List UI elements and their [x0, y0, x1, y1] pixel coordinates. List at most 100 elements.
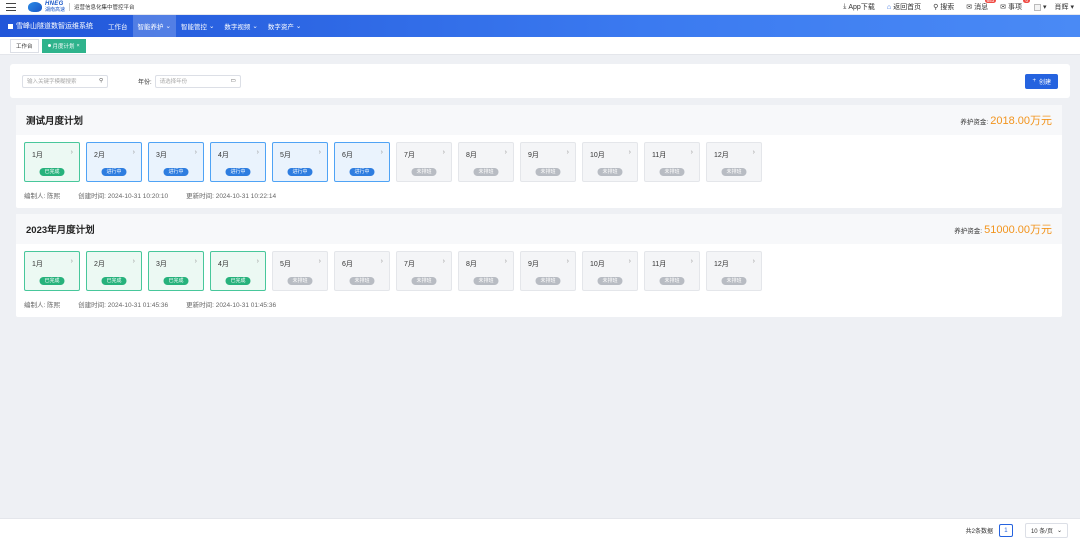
year-picker[interactable]: 请选择年份 ▭ [154, 74, 241, 88]
updated-time: 更新时间: 2024-10-31 01:45:36 [186, 302, 277, 309]
message-button[interactable]: ✉ 消息 653 [966, 0, 997, 12]
chevron-right-icon: › [442, 258, 445, 265]
month-card[interactable]: 4月 › 已完成 [210, 251, 266, 291]
month-card[interactable]: 10月 › 未排班 [582, 142, 638, 182]
logo-cn: 湖南高速 [45, 7, 66, 13]
nav-item-assets[interactable]: 数字资产 ⌄ [263, 15, 306, 37]
nav-item-video[interactable]: 数字视频 ⌄ [219, 15, 262, 37]
chevron-right-icon: › [380, 149, 383, 156]
month-card[interactable]: 11月 › 未排班 [644, 142, 700, 182]
month-label: 5月 [280, 261, 291, 268]
chevron-right-icon: › [132, 258, 135, 265]
status-badge: 未排班 [349, 277, 375, 285]
nav-label: 数字资产 [267, 24, 294, 31]
month-card[interactable]: 12月 › 未排班 [706, 251, 762, 291]
status-badge: 进行中 [287, 168, 313, 176]
month-card[interactable]: 1月 › 已完成 [24, 251, 80, 291]
month-card[interactable]: 9月 › 未排班 [520, 142, 576, 182]
chevron-down-icon: ▾ [1042, 4, 1047, 11]
search-placeholder: 输入关键字模糊搜索 [27, 79, 77, 85]
month-card[interactable]: 4月 › 进行中 [210, 142, 266, 182]
status-badge: 进行中 [101, 168, 127, 176]
status-badge: 进行中 [349, 168, 375, 176]
chevron-down-icon: ⌄ [208, 23, 215, 30]
updated-time: 更新时间: 2024-10-31 10:22:14 [186, 193, 277, 200]
plan-header: 测试月度计划 养护资金: 2018.00万元 [16, 105, 1062, 135]
nav-item-workbench[interactable]: 工作台 [103, 15, 133, 37]
chevron-right-icon: › [628, 258, 631, 265]
plan-title: 2023年月度计划 [26, 225, 95, 236]
menu-icon[interactable] [6, 3, 16, 11]
month-card[interactable]: 6月 › 进行中 [334, 142, 390, 182]
todo-button[interactable]: ✉ 事项 0 [1000, 0, 1030, 12]
status-badge: 进行中 [163, 168, 189, 176]
status-badge: 未排班 [411, 168, 437, 176]
status-badge: 已完成 [39, 277, 65, 285]
chevron-right-icon: › [442, 149, 445, 156]
month-card[interactable]: 5月 › 未排班 [272, 251, 328, 291]
month-card[interactable]: 3月 › 已完成 [148, 251, 204, 291]
month-card[interactable]: 6月 › 未排班 [334, 251, 390, 291]
month-label: 1月 [32, 261, 43, 268]
month-card[interactable]: 5月 › 进行中 [272, 142, 328, 182]
status-badge: 未排班 [659, 168, 685, 176]
month-card[interactable]: 10月 › 未排班 [582, 251, 638, 291]
month-label: 6月 [342, 152, 353, 159]
chevron-right-icon: › [256, 149, 259, 156]
month-label: 8月 [466, 261, 477, 268]
month-label: 1月 [32, 152, 43, 159]
month-card[interactable]: 2月 › 已完成 [86, 251, 142, 291]
chevron-right-icon: › [690, 149, 693, 156]
month-label: 8月 [466, 152, 477, 159]
plan-header: 2023年月度计划 养护资金: 51000.00万元 [16, 214, 1062, 244]
page-number[interactable]: 1 [998, 524, 1013, 537]
month-card[interactable]: 7月 › 未排班 [396, 251, 452, 291]
calendar-icon: ▭ [230, 78, 236, 84]
tab-monthly-plan[interactable]: 月度计划 × [41, 38, 86, 53]
month-label: 2月 [94, 261, 105, 268]
status-badge: 已完成 [163, 277, 189, 285]
search-input[interactable]: 输入关键字模糊搜索 ⚲ [22, 74, 108, 88]
app-download-button[interactable]: ⤓ App下载 [843, 2, 875, 12]
month-label: 7月 [404, 152, 415, 159]
message-badge: 653 [984, 0, 997, 3]
tab-workbench[interactable]: 工作台 [10, 38, 39, 53]
status-badge: 未排班 [721, 168, 747, 176]
month-card[interactable]: 7月 › 未排班 [396, 142, 452, 182]
chevron-right-icon: › [318, 258, 321, 265]
chevron-right-icon: › [752, 258, 755, 265]
status-badge: 未排班 [659, 277, 685, 285]
platform-title: 运营信息化集中管控平台 [74, 5, 135, 11]
create-button[interactable]: + 创建 [1025, 73, 1058, 89]
search-button[interactable]: ⚲ 搜索 [933, 2, 954, 12]
logo: HNEG 湖南高速 [28, 1, 65, 13]
month-card[interactable]: 8月 › 未排班 [458, 251, 514, 291]
status-badge: 已完成 [101, 277, 127, 285]
close-icon[interactable]: × [77, 43, 80, 49]
month-label: 3月 [156, 152, 167, 159]
nav-label: 工作台 [108, 24, 128, 31]
month-label: 12月 [714, 152, 729, 159]
nav-item-control[interactable]: 智能管控 ⌄ [176, 15, 219, 37]
system-title[interactable]: 雪峰山隧道数智运维系统 [8, 21, 93, 31]
plus-icon: + [1032, 78, 1036, 84]
month-card[interactable]: 3月 › 进行中 [148, 142, 204, 182]
plan-meta: 编制人: 陈熙 创建时间: 2024-10-31 01:45:36 更新时间: … [16, 291, 1062, 315]
avatar [1033, 3, 1041, 11]
month-card[interactable]: 2月 › 进行中 [86, 142, 142, 182]
month-card[interactable]: 8月 › 未排班 [458, 142, 514, 182]
nav-item-maintenance[interactable]: 智能养护 ⌄ [132, 15, 176, 37]
user-menu[interactable]: ▾ 肖辉 ▾ [1033, 2, 1074, 12]
month-card[interactable]: 11月 › 未排班 [644, 251, 700, 291]
chevron-down-icon: ⌄ [165, 23, 171, 30]
month-card[interactable]: 9月 › 未排班 [520, 251, 576, 291]
status-badge: 未排班 [535, 168, 561, 176]
home-button[interactable]: ⌂ 返回首页 [887, 2, 921, 12]
month-card[interactable]: 12月 › 未排班 [706, 142, 762, 182]
created-time: 创建时间: 2024-10-31 10:20:10 [78, 193, 169, 200]
year-label: 年份: [138, 79, 152, 86]
month-card[interactable]: 1月 › 已完成 [24, 142, 80, 182]
logo-mark [28, 2, 42, 12]
search-icon[interactable]: ⚲ [99, 78, 103, 84]
page-size-select[interactable]: 10 条/页 ⌄ [1024, 523, 1068, 538]
